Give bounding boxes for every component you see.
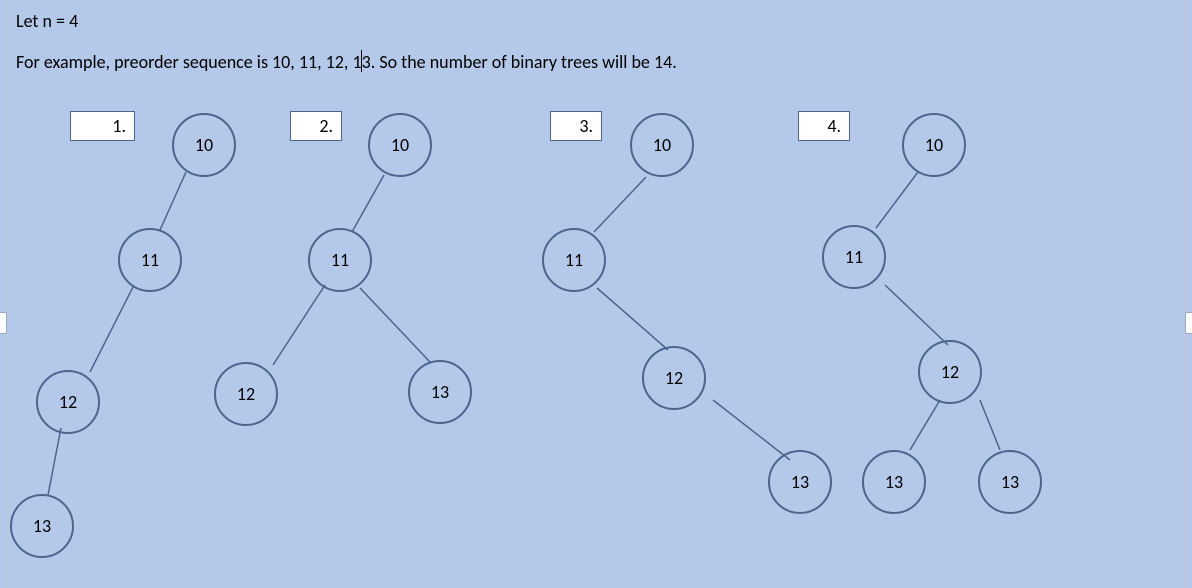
tree3-node-12: 12 bbox=[642, 346, 706, 410]
tree4-node-12: 12 bbox=[918, 340, 982, 404]
margin-handle-right[interactable] bbox=[1185, 312, 1192, 334]
text-line-2b-span: 3. So the number of binary trees will be… bbox=[362, 51, 677, 73]
label-box-2: 2. bbox=[290, 111, 342, 141]
tree1-node-12: 12 bbox=[36, 370, 100, 434]
tree1-node-10: 10 bbox=[172, 113, 236, 177]
tree3-node-10: 10 bbox=[630, 113, 694, 177]
tree2-node-11: 11 bbox=[308, 228, 372, 292]
text-line-2a-span: For example, preorder sequence is 10, 11… bbox=[16, 51, 362, 73]
label-box-4: 4. bbox=[798, 111, 850, 141]
text-line-2: For example, preorder sequence is 10, 11… bbox=[16, 50, 677, 73]
tree2-node-12: 12 bbox=[214, 362, 278, 426]
tree4-node-11: 11 bbox=[822, 225, 886, 289]
tree4-node-13a: 13 bbox=[862, 450, 926, 514]
label-box-3: 3. bbox=[550, 111, 602, 141]
margin-handle-left[interactable] bbox=[0, 312, 7, 334]
text-line-1: Let n = 4 bbox=[16, 10, 78, 32]
tree3-node-13: 13 bbox=[768, 450, 832, 514]
tree3-node-11: 11 bbox=[542, 228, 606, 292]
tree1-node-13: 13 bbox=[10, 494, 74, 558]
label-box-1: 1. bbox=[70, 111, 135, 141]
tree1-node-11: 11 bbox=[118, 228, 182, 292]
tree2-node-10: 10 bbox=[368, 113, 432, 177]
tree4-node-13b: 13 bbox=[978, 450, 1042, 514]
tree2-node-13: 13 bbox=[408, 360, 472, 424]
tree4-node-10: 10 bbox=[902, 113, 966, 177]
